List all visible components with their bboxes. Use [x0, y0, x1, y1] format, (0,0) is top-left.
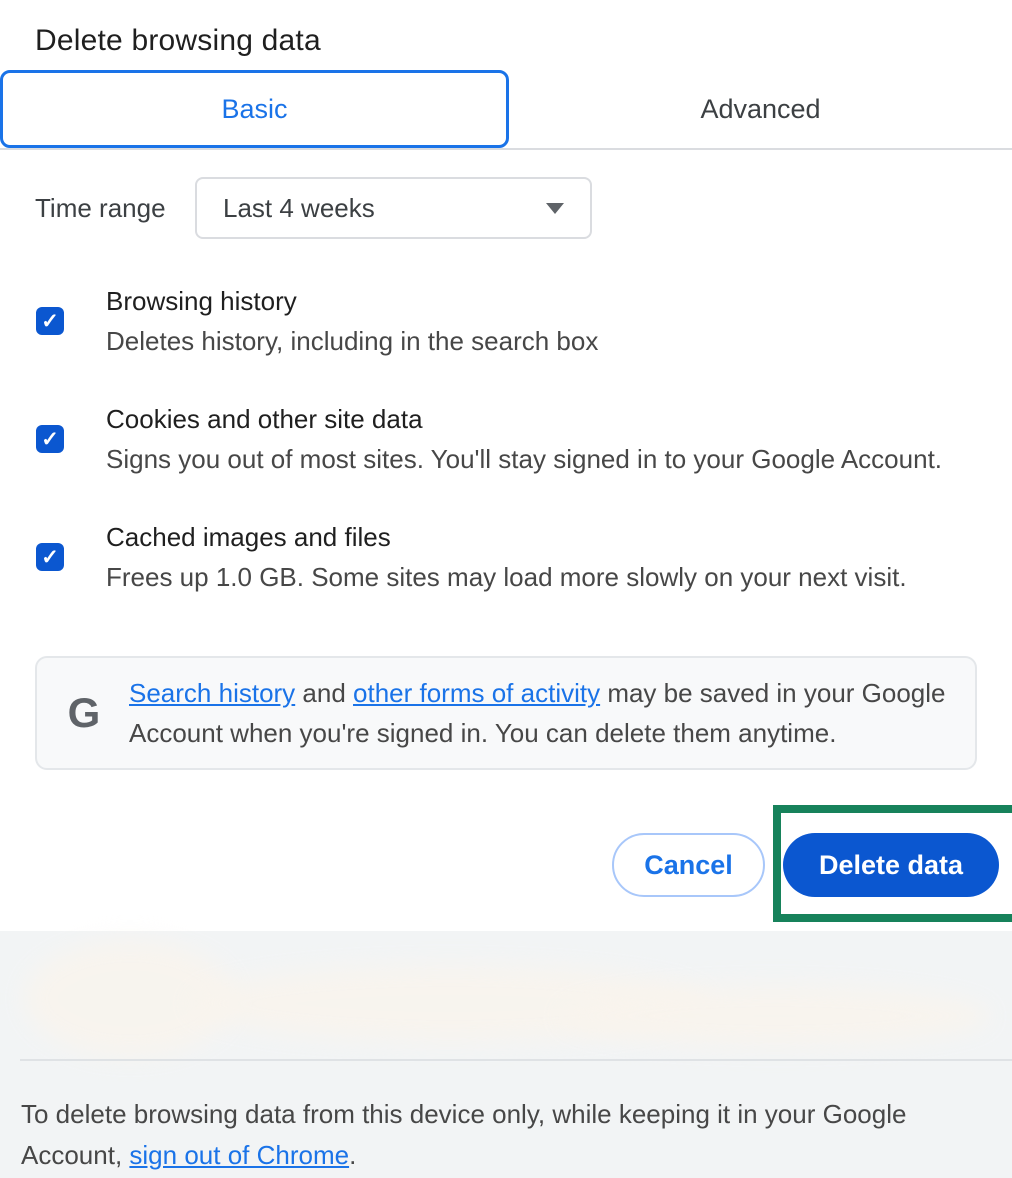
tab-bar: Basic Advanced [0, 70, 1012, 150]
checkmark-icon: ✓ [41, 545, 59, 570]
page-divider [20, 1059, 1012, 1061]
cookies-description: Signs you out of most sites. You'll stay… [106, 439, 942, 479]
dialog-button-row: Cancel Delete data [0, 833, 1012, 897]
row-text: Cached images and files Frees up 1.0 GB.… [106, 517, 907, 597]
ghost-content-blob [560, 986, 990, 1046]
cached-images-description: Frees up 1.0 GB. Some sites may load mor… [106, 557, 907, 597]
delete-data-button[interactable]: Delete data [783, 833, 999, 897]
row-browsing-history: ✓ Browsing history Deletes history, incl… [36, 281, 986, 361]
time-range-selected-value: Last 4 weeks [223, 193, 375, 224]
row-text: Browsing history Deletes history, includ… [106, 281, 598, 361]
tab-basic[interactable]: Basic [0, 70, 509, 148]
google-g-icon: G [61, 689, 107, 737]
search-history-link[interactable]: Search history [129, 678, 295, 708]
tab-basic-label: Basic [221, 94, 287, 125]
cached-images-checkbox[interactable]: ✓ [36, 543, 64, 571]
tab-advanced[interactable]: Advanced [509, 70, 1012, 148]
row-cached-images: ✓ Cached images and files Frees up 1.0 G… [36, 517, 986, 597]
dialog-title: Delete browsing data [35, 24, 321, 58]
cookies-checkbox[interactable]: ✓ [36, 425, 64, 453]
google-account-notice: G Search history and other forms of acti… [35, 656, 977, 770]
notice-text-mid: and [295, 678, 353, 708]
browsing-history-label: Browsing history [106, 281, 598, 321]
other-forms-of-activity-link[interactable]: other forms of activity [353, 678, 600, 708]
checkmark-icon: ✓ [41, 309, 59, 334]
checkbox-list: ✓ Browsing history Deletes history, incl… [36, 281, 986, 635]
page-footer-text: To delete browsing data from this device… [21, 1094, 1011, 1176]
time-range-row: Time range Last 4 weeks [35, 177, 592, 239]
checkmark-icon: ✓ [41, 427, 59, 452]
page-background-scrim: To delete browsing data from this device… [0, 931, 1012, 1178]
time-range-select[interactable]: Last 4 weeks [195, 177, 592, 239]
sign-out-of-chrome-link[interactable]: sign out of Chrome [129, 1140, 349, 1170]
row-text: Cookies and other site data Signs you ou… [106, 399, 942, 479]
cached-images-label: Cached images and files [106, 517, 907, 557]
row-cookies: ✓ Cookies and other site data Signs you … [36, 399, 986, 479]
tab-advanced-label: Advanced [700, 94, 820, 125]
footer-text-after-link: . [349, 1140, 356, 1170]
cancel-button[interactable]: Cancel [612, 833, 765, 897]
cookies-label: Cookies and other site data [106, 399, 942, 439]
browsing-history-description: Deletes history, including in the search… [106, 321, 598, 361]
time-range-label: Time range [35, 193, 195, 224]
notice-text: Search history and other forms of activi… [129, 673, 951, 753]
browsing-history-checkbox[interactable]: ✓ [36, 307, 64, 335]
dropdown-caret-icon [546, 203, 564, 214]
